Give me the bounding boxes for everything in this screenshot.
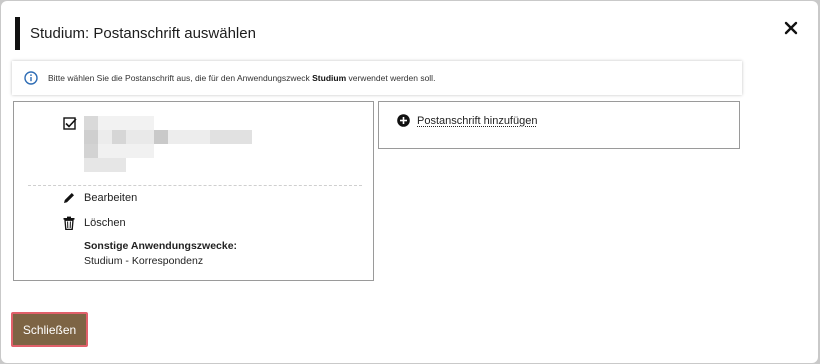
info-banner: Bitte wählen Sie die Postanschrift aus, … xyxy=(12,61,742,95)
add-address-link[interactable]: Postanschrift hinzufügen xyxy=(397,114,537,127)
address-card: Bearbeiten Löschen Sonstige Anwendungszw… xyxy=(13,101,374,281)
info-circle-icon xyxy=(24,71,38,85)
dialog-header: Studium: Postanschrift auswählen xyxy=(15,17,256,50)
edit-button[interactable]: Bearbeiten xyxy=(62,191,137,205)
plus-circle-icon xyxy=(397,114,410,127)
delete-button[interactable]: Löschen xyxy=(62,216,126,230)
other-purposes-title: Sonstige Anwendungszwecke: xyxy=(84,240,238,252)
card-divider xyxy=(28,185,362,186)
trash-icon xyxy=(63,216,75,230)
pencil-icon xyxy=(64,193,74,203)
add-address-label: Postanschrift hinzufügen xyxy=(417,114,538,127)
dialog-title: Studium: Postanschrift auswählen xyxy=(30,25,256,42)
edit-label: Bearbeiten xyxy=(84,192,138,204)
close-button[interactable]: Schließen xyxy=(11,312,88,347)
add-address-card: Postanschrift hinzufügen xyxy=(378,101,740,149)
address-selection-dialog: Studium: Postanschrift auswählen Bitte w… xyxy=(1,1,818,363)
info-text: Bitte wählen Sie die Postanschrift aus, … xyxy=(48,73,436,83)
other-purposes-value: Studium - Korrespondenz xyxy=(84,255,204,267)
close-icon[interactable] xyxy=(782,19,800,37)
delete-label: Löschen xyxy=(84,217,126,229)
title-accent-bar xyxy=(15,17,20,50)
checked-checkbox-icon[interactable] xyxy=(63,117,77,131)
